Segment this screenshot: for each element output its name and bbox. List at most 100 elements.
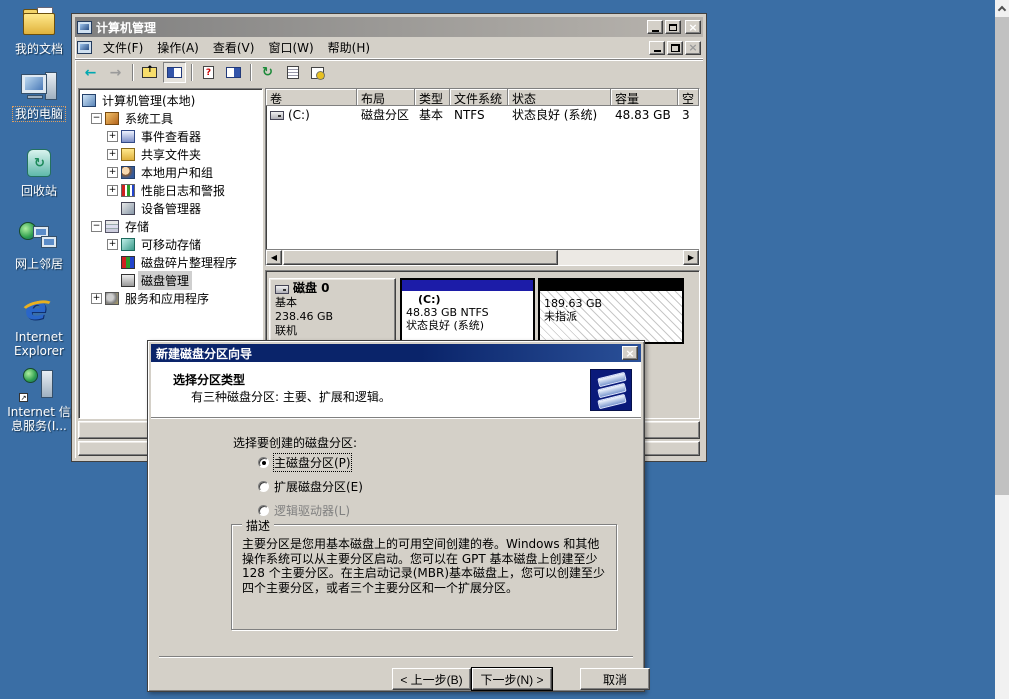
minimize-button[interactable] bbox=[647, 20, 663, 34]
window-gear-icon bbox=[311, 67, 324, 79]
desktop-icon-iis[interactable]: ↗ Internet 信息服务(I... bbox=[2, 368, 76, 433]
scrollbar-thumb[interactable] bbox=[995, 17, 1009, 495]
menu-window[interactable]: 窗口(W) bbox=[261, 37, 320, 58]
unallocated-space[interactable]: 189.63 GB 未指派 bbox=[538, 278, 684, 344]
services-icon bbox=[105, 292, 119, 305]
users-icon bbox=[121, 166, 135, 179]
tree-item-local-users-groups[interactable]: + 本地用户和组 bbox=[79, 163, 262, 181]
expand-toggle[interactable]: + bbox=[107, 131, 118, 142]
back-step-button[interactable]: < 上一步(B) bbox=[392, 668, 471, 690]
shared-folders-icon bbox=[121, 148, 135, 161]
refresh-button[interactable]: ↻ bbox=[256, 62, 279, 83]
toolbar-separator bbox=[250, 64, 251, 81]
scrollbar-thumb[interactable] bbox=[283, 250, 558, 265]
menu-view[interactable]: 查看(V) bbox=[206, 37, 262, 58]
dialog-titlebar[interactable]: 新建磁盘分区向导 × bbox=[151, 344, 641, 362]
tree-item-disk-management[interactable]: 磁盘管理 bbox=[79, 271, 262, 289]
scroll-up-button[interactable] bbox=[995, 0, 1009, 17]
column-header-filesystem[interactable]: 文件系统 bbox=[450, 89, 508, 106]
scroll-right-button[interactable]: ▶ bbox=[683, 250, 699, 265]
mdi-restore-button[interactable] bbox=[667, 41, 683, 55]
horizontal-scrollbar[interactable]: ◀ ▶ bbox=[266, 249, 699, 265]
forward-button[interactable]: → bbox=[104, 62, 127, 83]
expand-toggle[interactable]: + bbox=[107, 239, 118, 250]
iis-icon: ↗ bbox=[17, 368, 61, 402]
cancel-button[interactable]: 取消 bbox=[580, 668, 650, 690]
refresh-icon: ↻ bbox=[262, 66, 273, 80]
back-button[interactable]: ← bbox=[79, 62, 102, 83]
menu-file[interactable]: 文件(F) bbox=[96, 37, 150, 58]
tree-item-disk-defragmenter[interactable]: 磁盘碎片整理程序 bbox=[79, 253, 262, 271]
desktop-icon-recycle-bin[interactable]: ↻ 回收站 bbox=[2, 147, 76, 198]
expand-toggle[interactable]: + bbox=[91, 293, 102, 304]
collapse-toggle[interactable]: − bbox=[91, 221, 102, 232]
network-places-icon bbox=[17, 220, 61, 254]
next-step-button[interactable]: 下一步(N) > bbox=[472, 668, 552, 690]
radio-extended-partition[interactable]: 扩展磁盘分区(E) bbox=[258, 478, 363, 495]
volume-list-pane: 卷 布局 类型 文件系统 状态 容量 空 (C:) 磁盘分区 基本 NTFS 状… bbox=[265, 88, 700, 266]
tree-item-services-applications[interactable]: + 服务和应用程序 bbox=[79, 289, 262, 307]
desktop-icon-my-computer[interactable]: 我的电脑 bbox=[2, 70, 76, 121]
wizard-body: 选择要创建的磁盘分区: 主磁盘分区(P) 扩展磁盘分区(E) 逻辑驱动器(L) … bbox=[151, 418, 641, 686]
column-header-clipped[interactable]: 空 bbox=[678, 89, 699, 106]
column-header-layout[interactable]: 布局 bbox=[357, 89, 415, 106]
mdi-minimize-button[interactable] bbox=[649, 41, 665, 55]
desktop-icon-label: 我的电脑 bbox=[13, 107, 65, 121]
tree-item-device-manager[interactable]: 设备管理器 bbox=[79, 199, 262, 217]
column-header-status[interactable]: 状态 bbox=[508, 89, 611, 106]
mdi-close-button[interactable]: × bbox=[685, 41, 701, 55]
show-hide-console-tree-button[interactable] bbox=[163, 62, 186, 83]
menu-action[interactable]: 操作(A) bbox=[150, 37, 206, 58]
disk-status: 联机 bbox=[275, 324, 390, 338]
maximize-button[interactable] bbox=[665, 20, 681, 34]
show-action-pane-button[interactable] bbox=[222, 62, 245, 83]
new-partition-wizard-dialog: 新建磁盘分区向导 × 选择分区类型 有三种磁盘分区: 主要、扩展和逻辑。 选择要… bbox=[147, 340, 645, 692]
internet-explorer-icon: e bbox=[17, 293, 61, 327]
console-tree-icon bbox=[167, 67, 182, 78]
unallocated-status: 未指派 bbox=[544, 310, 678, 323]
tree-item-system-tools[interactable]: − 系统工具 bbox=[79, 109, 262, 127]
tree-item-event-viewer[interactable]: + 事件查看器 bbox=[79, 127, 262, 145]
column-header-type[interactable]: 类型 bbox=[415, 89, 450, 106]
desktop-icon-internet-explorer[interactable]: e Internet Explorer bbox=[2, 293, 76, 358]
tree-item-storage[interactable]: − 存储 bbox=[79, 217, 262, 235]
radio-primary-partition[interactable]: 主磁盘分区(P) bbox=[258, 454, 351, 471]
up-one-level-button[interactable] bbox=[138, 62, 161, 83]
window-title: 计算机管理 bbox=[96, 19, 647, 36]
desktop-icon-my-documents[interactable]: 我的文档 bbox=[2, 5, 76, 56]
partition-info: 48.83 GB NTFS bbox=[406, 306, 529, 319]
partition-c[interactable]: (C:) 48.83 GB NTFS 状态良好 (系统) bbox=[400, 278, 535, 344]
tree-item-removable-storage[interactable]: + 可移动存储 bbox=[79, 235, 262, 253]
screen-scrollbar[interactable] bbox=[995, 0, 1009, 699]
properties-button[interactable] bbox=[281, 62, 304, 83]
radio-disabled-icon bbox=[258, 505, 269, 516]
disk-size: 238.46 GB bbox=[275, 310, 390, 324]
expand-toggle[interactable]: + bbox=[107, 167, 118, 178]
close-button[interactable]: × bbox=[685, 20, 701, 34]
radio-group-prompt: 选择要创建的磁盘分区: bbox=[233, 434, 357, 451]
window-titlebar[interactable]: 计算机管理 × bbox=[75, 17, 703, 37]
collapse-toggle[interactable]: − bbox=[91, 113, 102, 124]
dialog-close-button[interactable]: × bbox=[622, 346, 638, 360]
menu-help[interactable]: 帮助(H) bbox=[321, 37, 377, 58]
disk0-header[interactable]: 磁盘 0 基本 238.46 GB 联机 bbox=[269, 278, 396, 344]
column-header-volume[interactable]: 卷 bbox=[266, 89, 357, 106]
tree-item-performance-logs[interactable]: + 性能日志和警报 bbox=[79, 181, 262, 199]
volume-row-c[interactable]: (C:) 磁盘分区 基本 NTFS 状态良好 (系统) 48.83 GB 3 bbox=[266, 106, 699, 123]
back-arrow-icon: ← bbox=[85, 66, 97, 80]
scroll-left-button[interactable]: ◀ bbox=[266, 250, 282, 265]
context-help-button[interactable]: ? bbox=[197, 62, 220, 83]
tree-item-computer-management[interactable]: 计算机管理(本地) bbox=[79, 91, 262, 109]
radio-unselected-icon bbox=[258, 481, 269, 492]
help-question-icon: ? bbox=[203, 66, 214, 79]
desktop-icon-network-places[interactable]: 网上邻居 bbox=[2, 220, 76, 271]
performance-icon bbox=[121, 184, 135, 197]
column-header-capacity[interactable]: 容量 bbox=[611, 89, 678, 106]
toolbar-separator bbox=[132, 64, 133, 81]
tree-item-shared-folders[interactable]: + 共享文件夹 bbox=[79, 145, 262, 163]
expand-toggle[interactable]: + bbox=[107, 185, 118, 196]
expand-toggle[interactable]: + bbox=[107, 149, 118, 160]
up-folder-icon bbox=[142, 67, 157, 78]
settings-button[interactable] bbox=[306, 62, 329, 83]
partition-status: 状态良好 (系统) bbox=[406, 319, 529, 332]
